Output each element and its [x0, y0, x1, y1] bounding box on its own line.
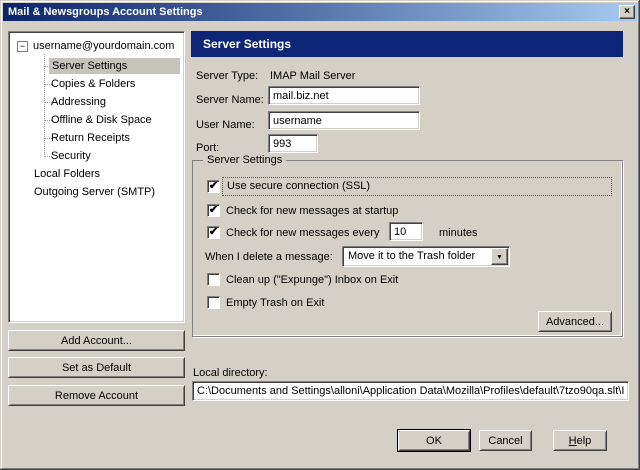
remove-account-label: Remove Account	[9, 390, 184, 402]
server-type-value: IMAP Mail Server	[270, 69, 355, 83]
tree-item-label: Return Receipts	[51, 132, 130, 144]
advanced-button[interactable]: Advanced...	[538, 311, 612, 332]
window-title: Mail & Newsgroups Account Settings	[8, 6, 203, 18]
cancel-button[interactable]: Cancel	[479, 430, 532, 451]
tree-item-label: Security	[51, 150, 91, 162]
server-name-label: Server Name:	[196, 93, 264, 107]
tree-item-label: Server Settings	[52, 60, 127, 72]
cancel-label: Cancel	[480, 435, 531, 447]
empty-trash-checkbox[interactable]	[207, 296, 220, 309]
tree-connector-line	[44, 54, 45, 157]
ssl-checkbox-label[interactable]: Use secure connection (SSL)	[222, 177, 612, 196]
tree-item-label: Addressing	[51, 96, 106, 108]
tree-item-server-settings[interactable]: Server Settings	[49, 58, 180, 74]
server-name-input[interactable]	[268, 86, 420, 105]
account-tree: − username@yourdomain.com Server Setting…	[8, 31, 185, 323]
dropdown-selected-value: Move it to the Trash folder	[348, 249, 475, 264]
close-icon[interactable]: ×	[619, 5, 635, 19]
ssl-label-text: Use secure connection (SSL)	[227, 180, 370, 192]
tree-item-return-receipts[interactable]: Return Receipts	[51, 130, 130, 146]
cleanup-expunge-label[interactable]: Clean up ("Expunge") Inbox on Exit	[226, 273, 398, 288]
server-type-label: Server Type:	[196, 69, 258, 83]
tree-item-label: Offline & Disk Space	[51, 114, 152, 126]
check-every-label[interactable]: Check for new messages every	[226, 226, 379, 241]
add-account-label: Add Account...	[9, 335, 184, 347]
set-as-default-button[interactable]: Set as Default	[8, 357, 185, 378]
tree-item-copies-folders[interactable]: Copies & Folders	[51, 76, 135, 92]
remove-account-button[interactable]: Remove Account	[8, 385, 185, 406]
ssl-checkbox[interactable]: ✔	[207, 180, 220, 193]
groupbox-title: Server Settings	[203, 153, 286, 167]
tree-item-account-root[interactable]: username@yourdomain.com	[33, 38, 174, 54]
panel-title-text: Server Settings	[203, 37, 291, 51]
chevron-down-icon[interactable]: ▼	[491, 248, 508, 265]
user-name-input[interactable]	[268, 111, 420, 130]
local-directory-label: Local directory:	[193, 366, 268, 380]
check-at-startup-label[interactable]: Check for new messages at startup	[226, 204, 398, 219]
panel-title: Server Settings	[191, 31, 623, 57]
local-directory-input[interactable]	[192, 381, 629, 401]
empty-trash-label[interactable]: Empty Trash on Exit	[226, 296, 324, 311]
title-bar[interactable]: Mail & Newsgroups Account Settings ×	[3, 3, 637, 21]
advanced-label: Advanced...	[539, 316, 611, 328]
help-button[interactable]: Help	[553, 430, 607, 451]
delete-message-label: When I delete a message:	[205, 250, 333, 265]
check-every-minutes-input[interactable]	[389, 222, 423, 241]
minutes-label: minutes	[439, 226, 478, 241]
tree-item-offline-disk-space[interactable]: Offline & Disk Space	[51, 112, 152, 128]
ok-label: OK	[399, 435, 469, 447]
server-settings-groupbox: Server Settings ✔ Use secure connection …	[192, 160, 623, 337]
check-every-checkbox[interactable]: ✔	[207, 226, 220, 239]
user-name-label: User Name:	[196, 118, 255, 132]
tree-item-label: Copies & Folders	[51, 78, 135, 90]
tree-item-label: Outgoing Server (SMTP)	[34, 186, 155, 198]
tree-item-local-folders[interactable]: Local Folders	[34, 166, 100, 182]
set-as-default-label: Set as Default	[9, 362, 184, 374]
collapse-expander-icon[interactable]: −	[17, 41, 28, 52]
check-at-startup-checkbox[interactable]: ✔	[207, 204, 220, 217]
ok-button[interactable]: OK	[398, 430, 470, 451]
cleanup-expunge-checkbox[interactable]	[207, 273, 220, 286]
help-label: Help	[554, 435, 606, 447]
tree-item-label: Local Folders	[34, 168, 100, 180]
delete-message-dropdown[interactable]: Move it to the Trash folder ▼	[342, 246, 510, 267]
tree-item-security[interactable]: Security	[51, 148, 91, 164]
add-account-button[interactable]: Add Account...	[8, 330, 185, 351]
tree-item-outgoing-smtp[interactable]: Outgoing Server (SMTP)	[34, 184, 155, 200]
tree-item-addressing[interactable]: Addressing	[51, 94, 106, 110]
port-input[interactable]	[268, 134, 318, 153]
account-settings-dialog: Mail & Newsgroups Account Settings × − u…	[0, 0, 640, 470]
